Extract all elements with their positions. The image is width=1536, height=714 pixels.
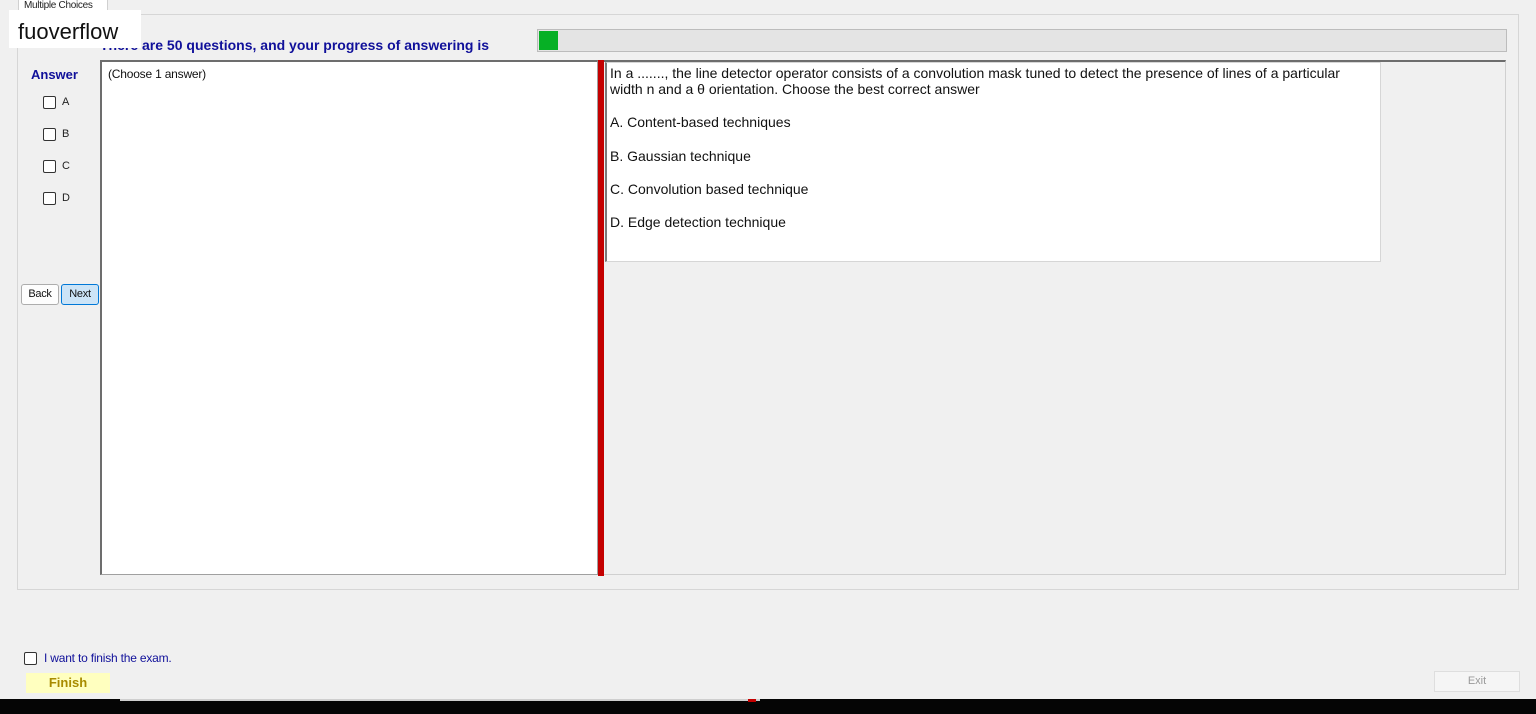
answer-option-label: C (62, 160, 70, 172)
answer-option-b[interactable]: B (43, 126, 69, 142)
question-text: In a ......., the line detector operator… (610, 65, 1340, 97)
answer-heading: Answer (31, 67, 78, 82)
progress-text: There are 50 questions, and your progres… (100, 37, 489, 53)
progress-bar-fill (539, 31, 559, 50)
answer-option-label: A (62, 96, 70, 108)
finish-button[interactable]: Finish (26, 673, 110, 693)
finish-exam-checkbox[interactable] (24, 651, 37, 665)
choose-hint: (Choose 1 answer) (108, 67, 206, 81)
question-option-c: C. Convolution based technique (610, 181, 809, 197)
next-button[interactable]: Next (61, 284, 99, 305)
answer-panel[interactable]: (Choose 1 answer) (100, 60, 598, 575)
finish-exam-label: I want to finish the exam. (44, 651, 172, 665)
answer-option-label: B (62, 128, 70, 140)
answer-option-label: D (62, 192, 70, 204)
question-option-a: A. Content-based techniques (610, 114, 791, 130)
question-option-b: B. Gaussian technique (610, 148, 751, 164)
taskbar (0, 699, 1536, 714)
answer-option-d[interactable]: D (43, 190, 70, 206)
exit-button[interactable]: Exit (1434, 671, 1520, 692)
checkbox-d[interactable] (43, 191, 56, 205)
checkbox-a[interactable] (43, 95, 56, 109)
checkbox-c[interactable] (43, 159, 56, 173)
question-box: In a ......., the line detector operator… (605, 62, 1381, 262)
question-option-d: D. Edge detection technique (610, 214, 786, 230)
answer-option-c[interactable]: C (43, 158, 70, 174)
taskbar-divider (120, 699, 760, 701)
watermark: fuoverflow (9, 10, 141, 48)
answer-option-a[interactable]: A (43, 94, 69, 110)
finish-exam-checkbox-row[interactable]: I want to finish the exam. (24, 651, 172, 665)
taskbar-indicator (748, 699, 756, 702)
checkbox-b[interactable] (43, 127, 56, 141)
progress-bar (537, 29, 1507, 52)
back-button[interactable]: Back (21, 284, 59, 305)
